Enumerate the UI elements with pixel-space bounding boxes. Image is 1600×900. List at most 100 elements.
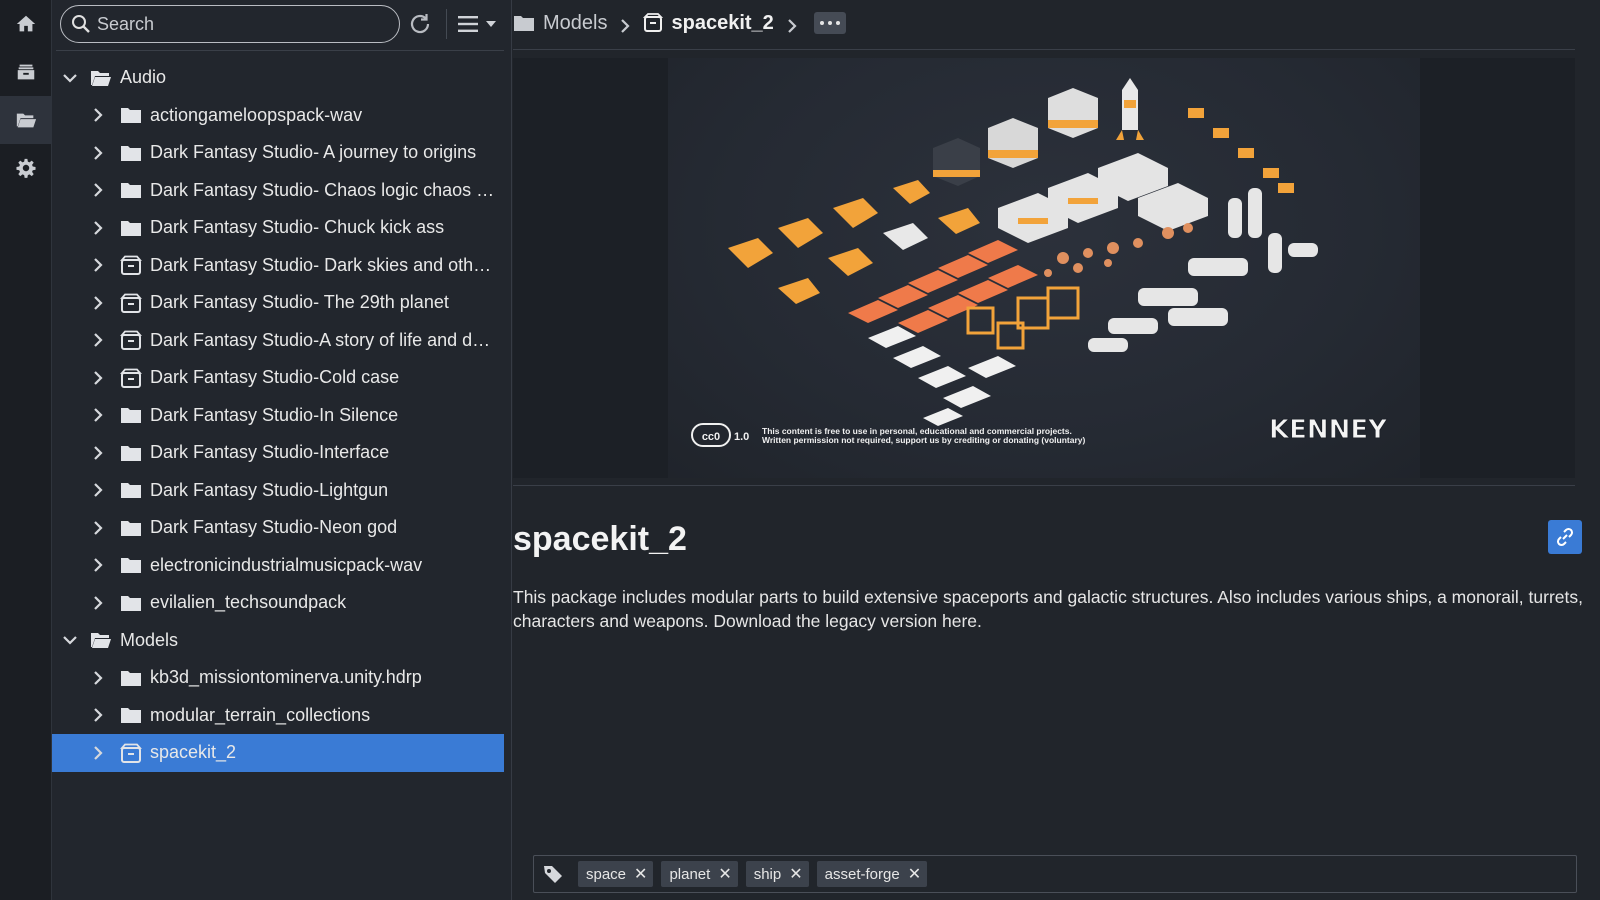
home-button[interactable]: [0, 0, 52, 48]
chevron-right-icon[interactable]: [90, 370, 106, 386]
caret-down-icon: [486, 21, 496, 27]
chevron-right-icon[interactable]: [90, 482, 106, 498]
chevron-right-icon[interactable]: [90, 595, 106, 611]
breadcrumb: Models spacekit_2: [513, 6, 846, 40]
tree-folder-row[interactable]: Audio: [52, 59, 504, 97]
folder-icon: [120, 105, 142, 125]
refresh-icon: [410, 14, 430, 34]
divider: [56, 50, 504, 51]
tree-item-row[interactable]: kb3d_missiontominerva.unity.hdrp: [52, 659, 504, 697]
tree-item-row[interactable]: Dark Fantasy Studio-Interface: [52, 434, 504, 472]
library-button[interactable]: [0, 48, 52, 96]
chevron-right-icon[interactable]: [90, 295, 106, 311]
license-badge-text: cc0: [702, 431, 720, 443]
tree-item-row[interactable]: Dark Fantasy Studio- Chuck kick ass: [52, 209, 504, 247]
tree-item-row[interactable]: electronicindustrialmusicpack-wav: [52, 547, 504, 585]
tree-item-label: Models: [120, 629, 179, 650]
search-input[interactable]: [97, 12, 387, 36]
tree-item-row[interactable]: Dark Fantasy Studio- The 29th planet: [52, 284, 504, 322]
chevron-right-icon[interactable]: [90, 520, 106, 536]
tree-folder-row[interactable]: Models: [52, 622, 504, 660]
chevron-right-icon[interactable]: [90, 557, 106, 573]
folder-icon: [120, 218, 142, 238]
chevron-right-icon[interactable]: [90, 670, 106, 686]
package-icon: [120, 743, 142, 763]
remove-tag-icon[interactable]: ✕: [718, 864, 731, 884]
folder-icon: [120, 443, 142, 463]
floor-tiles: [868, 326, 1016, 426]
chevron-right-icon[interactable]: [90, 107, 106, 123]
tree-item-row[interactable]: Dark Fantasy Studio- A journey to origin…: [52, 134, 504, 172]
copy-link-button[interactable]: [1548, 520, 1582, 554]
refresh-button[interactable]: [406, 10, 434, 38]
chevron-down-icon[interactable]: [62, 70, 78, 86]
tag-bar[interactable]: space ✕ planet ✕ ship ✕ asset-forge ✕: [533, 855, 1577, 893]
tree-item-row[interactable]: Dark Fantasy Studio-Cold case: [52, 359, 504, 397]
tag-chip: asset-forge ✕: [816, 861, 928, 887]
tree-item-label: kb3d_missiontominerva.unity.hdrp: [150, 667, 422, 688]
remove-tag-icon[interactable]: ✕: [634, 864, 647, 884]
chevron-down-icon[interactable]: [62, 632, 78, 648]
chevron-right-icon[interactable]: [90, 407, 106, 423]
tree-item-row[interactable]: Dark Fantasy Studio-Neon god: [52, 509, 504, 547]
package-icon: [120, 330, 142, 351]
folder-open-icon: [16, 113, 37, 128]
search-box[interactable]: [60, 5, 400, 43]
license-version: 1.0: [734, 431, 749, 443]
browse-button[interactable]: [0, 96, 52, 144]
settings-button[interactable]: [0, 144, 52, 192]
toolbar-divider: [446, 9, 447, 39]
spacekit-illustration: cc0 1.0 This content is free to use in p…: [691, 78, 1389, 447]
folder-icon: [120, 180, 142, 200]
tree-item-label: Dark Fantasy Studio-In Silence: [150, 404, 399, 425]
chevron-right-icon[interactable]: [90, 220, 106, 236]
tree-item-row[interactable]: Dark Fantasy Studio-In Silence: [52, 397, 504, 435]
tree-item-label: Dark Fantasy Studio- Chaos logic chaos t…: [150, 179, 495, 200]
tree-item-label: modular_terrain_collections: [150, 704, 371, 725]
view-menu-button[interactable]: [456, 10, 506, 38]
kenney-logo: KENNEY: [1269, 415, 1388, 445]
tree-item-row[interactable]: Dark Fantasy Studio-A story of life and …: [52, 322, 504, 360]
chevron-right-icon[interactable]: [90, 707, 106, 723]
tree-item-row[interactable]: modular_terrain_collections: [52, 697, 504, 735]
gear-icon: [16, 158, 36, 178]
chevron-right-icon[interactable]: [90, 257, 106, 273]
more-options-button[interactable]: [813, 12, 846, 34]
tag-icon: [544, 866, 562, 883]
tree-item-row[interactable]: Dark Fantasy Studio- Chaos logic chaos t…: [52, 172, 504, 210]
chevron-right-icon[interactable]: [90, 182, 106, 198]
folder-icon: [120, 593, 142, 613]
folder-icon: [120, 555, 142, 575]
breadcrumb-item-current[interactable]: spacekit_2: [643, 11, 774, 35]
tree-item-row[interactable]: Dark Fantasy Studio-Lightgun: [52, 472, 504, 510]
remove-tag-icon[interactable]: ✕: [789, 864, 802, 884]
tree-item-row[interactable]: spacekit_2: [52, 734, 504, 772]
folder-icon: [120, 518, 142, 538]
folder-icon: [120, 480, 142, 500]
tree-item-row[interactable]: evilalien_techsoundpack: [52, 584, 504, 622]
chevron-right-icon[interactable]: [90, 145, 106, 161]
building-shapes: [998, 153, 1208, 243]
chevron-right-icon: [786, 16, 798, 33]
parts-shapes: [1044, 223, 1193, 277]
remove-tag-icon[interactable]: ✕: [908, 864, 921, 884]
divider: [513, 485, 1575, 486]
folder-open-icon: [90, 68, 112, 88]
license-line-2: Written permission not required, support…: [762, 435, 1086, 445]
breadcrumb-label: spacekit_2: [671, 11, 774, 34]
chevron-right-icon[interactable]: [90, 445, 106, 461]
tag-chip: ship ✕: [745, 861, 809, 887]
preview-artwork: cc0 1.0 This content is free to use in p…: [668, 58, 1420, 478]
chevron-right-icon: [619, 16, 631, 33]
main-panel: Models spacekit_2 cc0 1.0 This content i…: [513, 0, 1600, 900]
tree-item-label: Dark Fantasy Studio- A journey to origin…: [150, 142, 477, 163]
chevron-right-icon[interactable]: [90, 745, 106, 761]
tree-item-label: Audio: [120, 67, 167, 88]
chevron-right-icon[interactable]: [90, 332, 106, 348]
breadcrumb-item-models[interactable]: Models: [513, 12, 607, 35]
tree-item-row[interactable]: Dark Fantasy Studio- Dark skies and othe…: [52, 247, 504, 285]
tree-item-row[interactable]: actiongameloopspack-wav: [52, 97, 504, 135]
tag-label: space: [586, 865, 627, 883]
sidebar-toolbar: [56, 4, 508, 44]
archive-icon: [17, 64, 35, 80]
